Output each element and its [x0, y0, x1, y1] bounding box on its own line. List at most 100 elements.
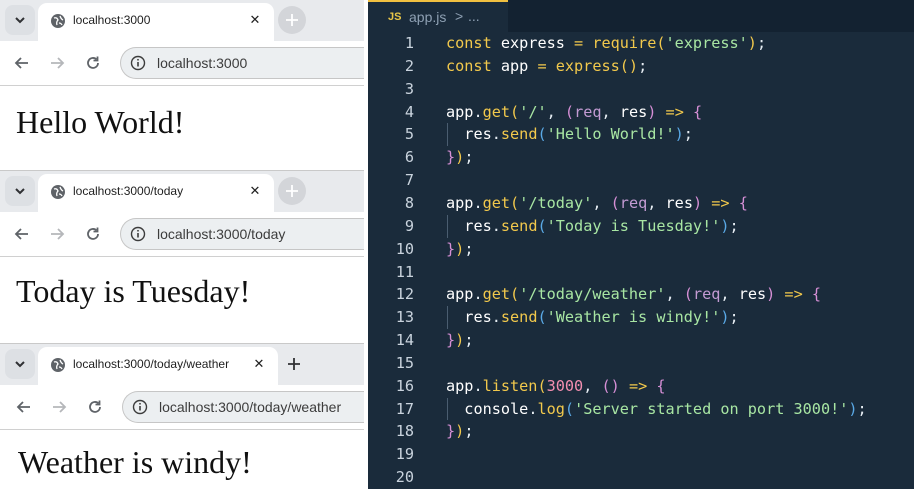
reload-icon[interactable]	[86, 398, 104, 416]
new-tab-button[interactable]	[280, 350, 308, 378]
line-number: 5	[404, 125, 414, 144]
reload-icon[interactable]	[84, 225, 102, 243]
file-name: app.js	[409, 9, 447, 25]
line-number: 11	[395, 262, 414, 281]
breadcrumb-more[interactable]: ...	[468, 8, 480, 24]
tab-search-button[interactable]	[5, 5, 35, 35]
code-line: 16 app.listen(3000, () => {	[368, 375, 914, 397]
tab-search-button[interactable]	[5, 349, 35, 379]
chevron-down-icon	[15, 361, 25, 368]
globe-icon	[51, 358, 65, 372]
line-number: 19	[395, 445, 414, 464]
info-icon[interactable]	[132, 399, 148, 415]
indent-guide	[447, 214, 448, 238]
line-number: 20	[395, 468, 414, 487]
code-text: });	[446, 331, 474, 350]
tab-strip: localhost:3000/today ✕	[0, 171, 364, 212]
code-text: });	[446, 148, 474, 167]
close-icon[interactable]: ✕	[250, 355, 268, 373]
line-number: 15	[395, 353, 414, 372]
url-text: localhost:3000/today/weather	[159, 399, 342, 415]
browser-window-2: localhost:3000/today ✕ localhost:3000/to…	[0, 170, 364, 344]
code-text: app.listen(3000, () => {	[446, 376, 666, 395]
back-arrow-icon[interactable]	[13, 54, 31, 72]
plus-icon	[286, 185, 298, 197]
tab-search-button[interactable]	[5, 176, 35, 206]
address-bar[interactable]: localhost:3000/today	[120, 218, 364, 250]
browser-tab[interactable]: localhost:3000/today/weather ✕	[38, 347, 278, 385]
forward-arrow-icon[interactable]	[48, 225, 66, 243]
chevron-down-icon	[15, 17, 25, 24]
info-icon[interactable]	[130, 226, 146, 242]
address-bar[interactable]: localhost:3000/today/weather	[122, 391, 364, 423]
indent-guide	[447, 397, 448, 421]
browser-window-1: localhost:3000 ✕ localhost:3000 Hello Wo…	[0, 0, 364, 170]
code-line: 2 const app = express();	[368, 55, 914, 77]
back-arrow-icon[interactable]	[15, 398, 33, 416]
tab-strip: localhost:3000 ✕	[0, 0, 364, 41]
code-line: 14});	[368, 329, 914, 351]
page-body-text: Hello World!	[16, 104, 185, 140]
code-line: 18});	[368, 420, 914, 442]
tab-title: localhost:3000/today	[73, 184, 184, 198]
back-arrow-icon[interactable]	[13, 225, 31, 243]
line-number: 12	[395, 285, 414, 304]
line-number: 10	[395, 239, 414, 258]
code-line: 10});	[368, 238, 914, 260]
browser-window-3: localhost:3000/today/weather ✕ localhost…	[0, 343, 364, 490]
editor-tab-bar: JS app.js > ...	[368, 0, 914, 32]
browser-toolbar: localhost:3000	[0, 41, 364, 86]
code-line: 13 res.send('Weather is windy!');	[368, 306, 914, 328]
close-icon[interactable]: ✕	[246, 182, 264, 200]
tab-title: localhost:3000/today/weather	[73, 357, 230, 371]
line-number: 6	[404, 148, 414, 167]
browser-tab[interactable]: localhost:3000 ✕	[38, 3, 274, 41]
code-line: 6});	[368, 146, 914, 168]
code-line: 19	[368, 443, 914, 465]
url-text: localhost:3000/today	[157, 226, 286, 242]
code-text: res.send('Hello World!');	[464, 125, 693, 144]
line-number: 3	[404, 79, 414, 98]
line-number: 14	[395, 331, 414, 350]
browser-toolbar: localhost:3000/today/weather	[0, 385, 364, 430]
info-icon[interactable]	[130, 55, 146, 71]
code-line: 12 app.get('/today/weather', (req, res) =…	[368, 283, 914, 305]
code-text: res.send('Today is Tuesday!');	[464, 216, 739, 235]
address-bar[interactable]: localhost:3000	[120, 47, 364, 79]
code-line: 8 app.get('/today', (req, res) => {	[368, 192, 914, 214]
line-number: 13	[395, 308, 414, 327]
line-number: 16	[395, 376, 414, 395]
forward-arrow-icon[interactable]	[48, 54, 66, 72]
code-line: 9 res.send('Today is Tuesday!');	[368, 215, 914, 237]
line-number: 2	[404, 56, 414, 75]
browser-tab[interactable]: localhost:3000/today ✕	[38, 174, 274, 212]
tab-title: localhost:3000	[73, 13, 151, 27]
code-text: app.get('/today/weather', (req, res) => …	[446, 285, 822, 304]
globe-icon	[51, 14, 65, 28]
code-text: app.get('/', (req, res) => {	[446, 102, 703, 121]
code-text: const app = express();	[446, 56, 648, 75]
reload-icon[interactable]	[84, 54, 102, 72]
line-number: 7	[404, 171, 414, 190]
browser-toolbar: localhost:3000/today	[0, 212, 364, 257]
breadcrumb-separator: >	[455, 8, 464, 24]
code-editor: JS app.js > ... 1 const express = require…	[368, 0, 914, 489]
code-line: 11	[368, 261, 914, 283]
line-number: 9	[404, 216, 414, 235]
code-text: app.get('/today', (req, res) => {	[446, 193, 748, 212]
code-line: 7	[368, 169, 914, 191]
forward-arrow-icon[interactable]	[50, 398, 68, 416]
code-line: 20	[368, 466, 914, 488]
chevron-down-icon	[15, 188, 25, 195]
code-text: });	[446, 422, 474, 441]
line-number: 17	[395, 399, 414, 418]
line-number: 4	[404, 102, 414, 121]
editor-tab-app-js[interactable]: JS app.js > ...	[368, 0, 508, 32]
line-number: 8	[404, 193, 414, 212]
new-tab-button[interactable]	[278, 6, 306, 34]
close-icon[interactable]: ✕	[246, 11, 264, 29]
new-tab-button[interactable]	[278, 177, 306, 205]
url-text: localhost:3000	[157, 55, 248, 71]
code-text: res.send('Weather is windy!');	[464, 308, 739, 327]
code-line: 4 app.get('/', (req, res) => {	[368, 101, 914, 123]
